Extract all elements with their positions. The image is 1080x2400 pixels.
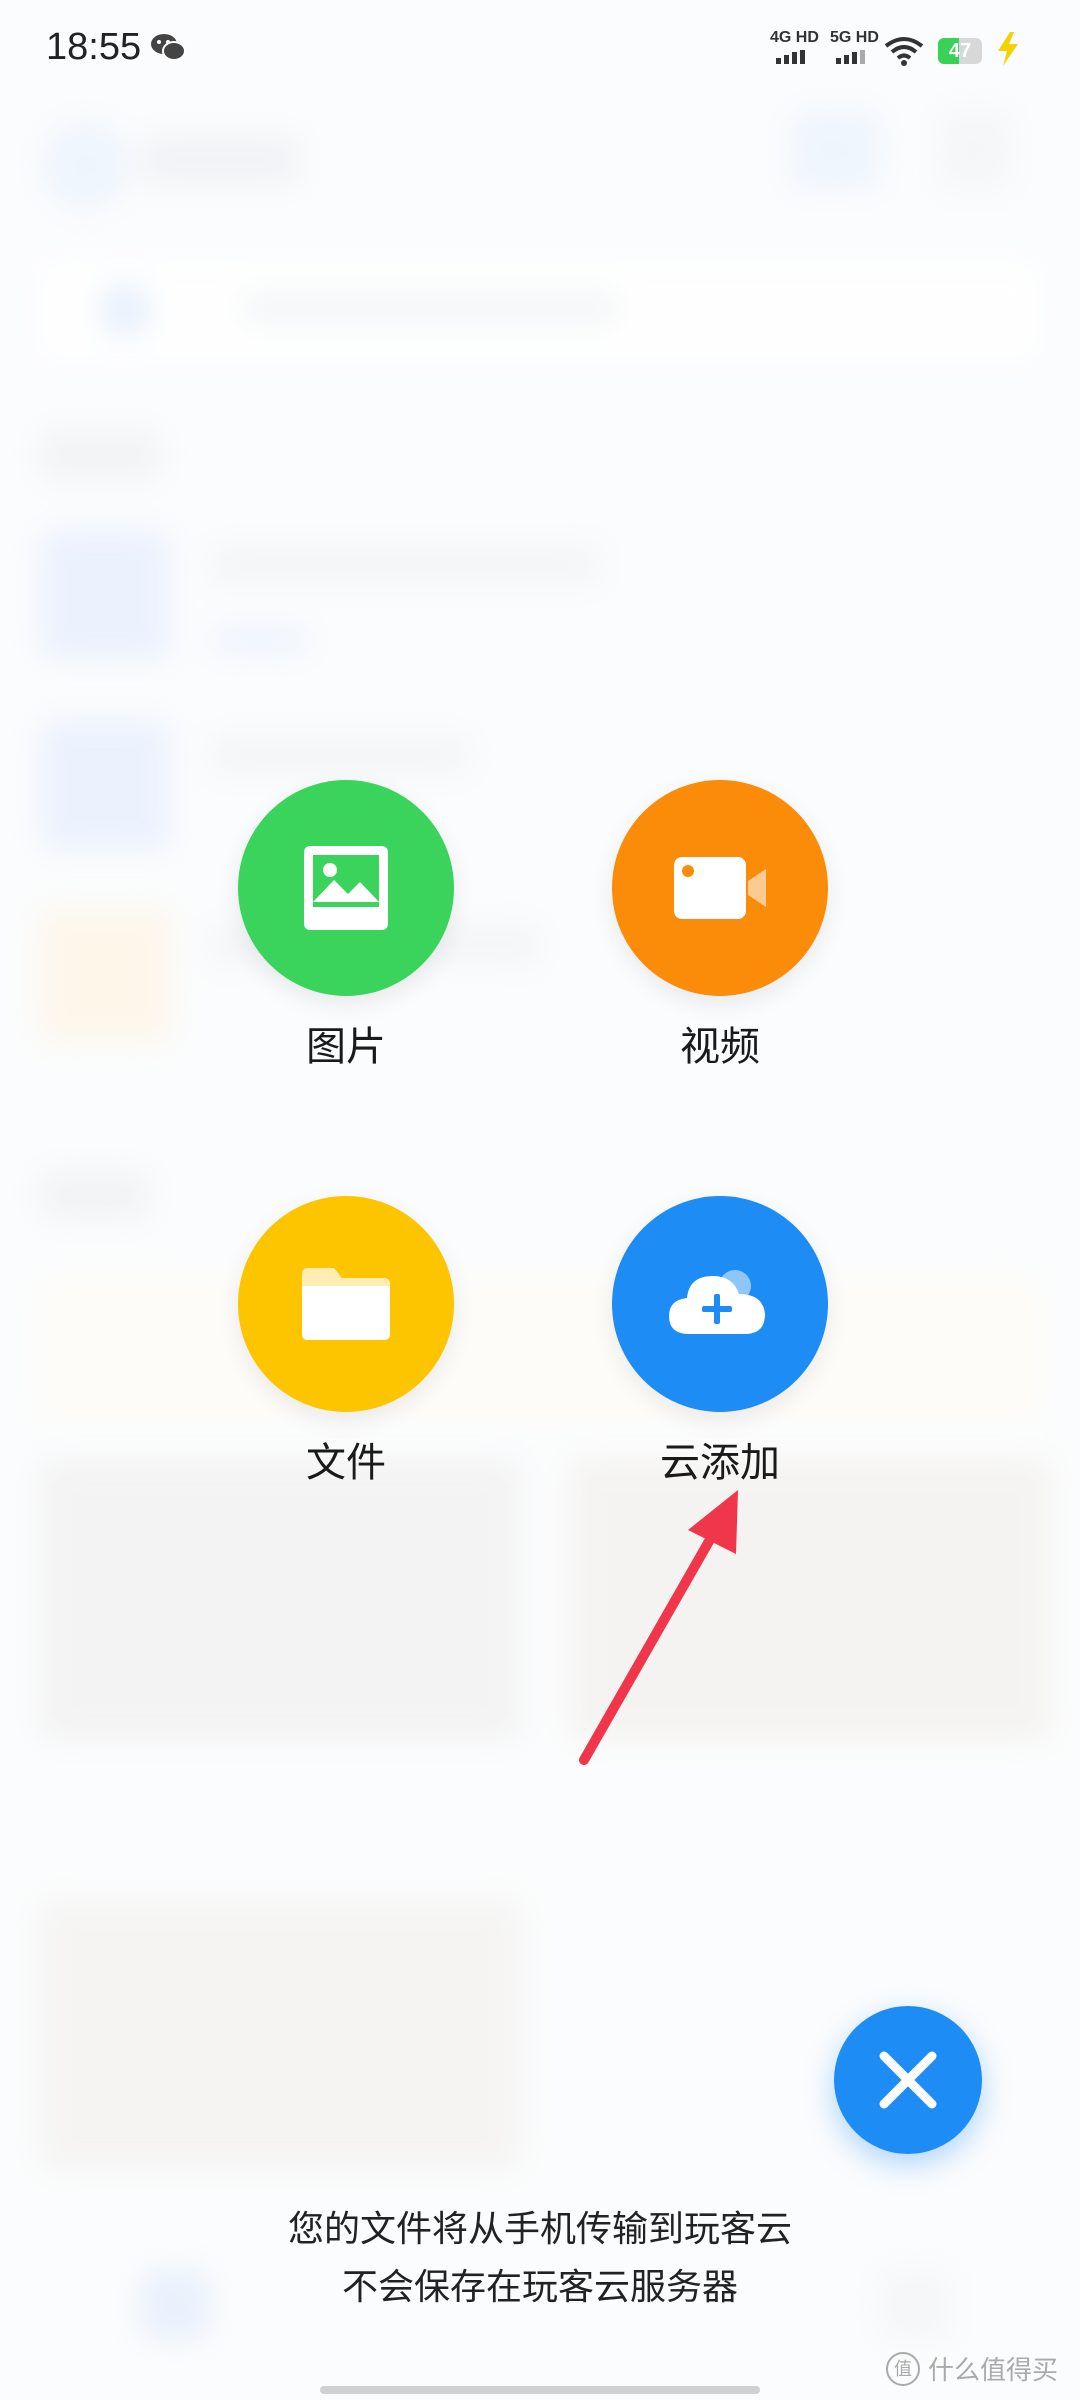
network-label-4g: 4G HD — [770, 29, 819, 46]
folder-icon — [302, 1268, 390, 1340]
charging-icon — [996, 32, 1020, 71]
video-camera-icon — [674, 857, 766, 919]
add-image-button[interactable]: 图片 — [196, 780, 496, 1072]
notice-line-1: 您的文件将从手机传输到玩客云 — [287, 2208, 792, 2249]
wechat-icon — [150, 32, 186, 67]
battery-indicator: 47 — [938, 38, 982, 64]
cloud-add-button[interactable]: 云添加 — [570, 1196, 870, 1488]
add-image-label: 图片 — [306, 1025, 386, 1069]
video-circle[interactable] — [612, 780, 828, 996]
watermark-logo: 值 — [885, 2351, 920, 2386]
add-video-label: 视频 — [680, 1025, 760, 1069]
watermark: 值 什么值得买 — [885, 2350, 1058, 2387]
add-file-label: 文件 — [306, 1441, 386, 1485]
signal-icon — [836, 50, 865, 64]
image-circle[interactable] — [238, 780, 454, 996]
file-circle[interactable] — [238, 1196, 454, 1412]
home-indicator[interactable] — [320, 2386, 760, 2394]
watermark-text: 什么值得买 — [927, 2355, 1058, 2385]
transfer-notice: 您的文件将从手机传输到玩客云 不会保存在玩客云服务器 — [0, 2200, 1080, 2316]
wifi-icon — [884, 36, 924, 71]
image-icon — [304, 846, 388, 930]
add-file-button[interactable]: 文件 — [196, 1196, 496, 1488]
notice-line-2: 不会保存在玩客云服务器 — [341, 2266, 738, 2307]
close-button[interactable] — [834, 2006, 982, 2154]
cloud-circle[interactable] — [612, 1196, 828, 1412]
battery-level: 47 — [948, 40, 972, 62]
add-video-button[interactable]: 视频 — [570, 780, 870, 1072]
status-time: 18:55 — [46, 26, 142, 68]
signal-icon — [776, 50, 805, 64]
cloud-plus-icon — [669, 1270, 765, 1334]
network-label-5g: 5G HD — [830, 29, 879, 46]
annotation-arrow — [560, 1480, 760, 1785]
status-bar: 18:55 4G HD 5G HD 47 — [0, 0, 1080, 100]
close-icon — [879, 2051, 937, 2109]
